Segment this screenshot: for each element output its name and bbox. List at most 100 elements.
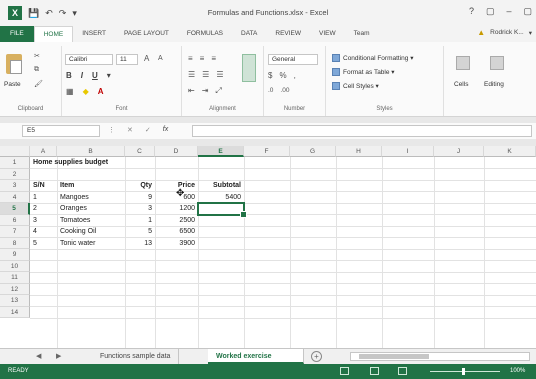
paste-button[interactable]: Paste [4,81,21,88]
help-button[interactable]: ? [469,6,474,17]
cell-b3-header[interactable]: Item [57,180,77,192]
cell-item[interactable]: Oranges [57,203,90,215]
paste-icon[interactable] [6,54,22,74]
maximize-button[interactable]: ▢ [523,6,532,17]
cell-price[interactable]: 6500 [155,226,198,238]
minimize-button[interactable]: – [506,6,511,17]
row-header-2[interactable]: 2 [0,168,30,180]
fill-color-icon[interactable]: ◆ [83,87,89,96]
cell-subtotal[interactable] [198,226,244,238]
chevron-down-icon[interactable]: ▾ [107,71,111,80]
zoom-slider-handle[interactable] [462,368,465,375]
worksheet-grid[interactable]: A B C D E F G H I J K 1 2 3 4 5 6 7 8 9 … [0,146,536,348]
cell-subtotal[interactable] [198,238,244,250]
tab-page-layout[interactable]: PAGE LAYOUT [115,26,178,42]
column-header-c[interactable]: C [125,146,155,157]
active-cell-e5[interactable] [197,202,247,217]
zoom-level[interactable]: 100% [510,368,525,374]
grow-font-icon[interactable]: A [144,54,149,63]
normal-view-icon[interactable] [340,367,349,375]
decrease-indent-icon[interactable]: ⇤ [188,86,195,96]
row-header-6[interactable]: 6 [0,214,30,226]
column-header-d[interactable]: D [155,146,198,157]
page-break-view-icon[interactable] [398,367,407,375]
cell-item[interactable]: Mangoes [57,192,92,204]
horizontal-scrollbar[interactable] [350,352,530,361]
tab-review[interactable]: REVIEW [266,26,310,42]
column-header-j[interactable]: J [434,146,484,157]
cell-price[interactable]: 3900 [155,238,198,250]
column-header-g[interactable]: G [290,146,336,157]
cell-styles-button[interactable]: Cell Styles ▾ [332,82,379,90]
font-name-select[interactable]: Calibri [65,54,113,65]
wrap-merge-icon[interactable] [242,54,256,82]
sheet-tab-functions-sample-data[interactable]: Functions sample data [92,349,180,364]
row-header-14[interactable]: 14 [0,306,30,318]
cell-price[interactable]: 1200 [155,203,198,215]
name-box[interactable]: E5 [22,125,100,137]
orientation-icon[interactable]: ⤢ [215,86,221,96]
underline-button[interactable]: U [92,71,98,80]
cut-icon[interactable]: ✂ [34,52,40,60]
select-all-button[interactable] [0,146,30,157]
column-header-f[interactable]: F [244,146,290,157]
number-format-select[interactable]: General [268,54,318,65]
font-size-select[interactable]: 11 [116,54,138,65]
cancel-icon[interactable]: ✕ [127,126,133,134]
column-header-e[interactable]: E [198,146,244,157]
borders-icon[interactable]: ▦ [66,87,74,96]
font-color-icon[interactable]: A [98,87,104,96]
column-header-h[interactable]: H [336,146,382,157]
middle-align-icon[interactable]: ≡ [200,54,205,63]
row-header-10[interactable]: 10 [0,260,30,272]
cell-qty[interactable]: 9 [125,192,155,204]
shrink-font-icon[interactable]: A [158,55,163,62]
row-header-4[interactable]: 4 [0,191,30,203]
top-align-icon[interactable]: ≡ [188,54,193,63]
increase-indent-icon[interactable]: ⇥ [202,86,209,96]
row-header-13[interactable]: 13 [0,295,30,307]
row-header-12[interactable]: 12 [0,283,30,295]
cell-item[interactable]: Tonic water [57,238,98,250]
cell-qty[interactable]: 13 [125,238,155,250]
tab-view[interactable]: VIEW [310,26,345,42]
page-layout-view-icon[interactable] [370,367,379,375]
decrease-decimal-icon[interactable]: .00 [280,87,289,94]
italic-button[interactable]: I [81,71,83,80]
bottom-align-icon[interactable]: ≡ [211,54,216,63]
row-header-5[interactable]: 5 [0,203,30,215]
bold-button[interactable]: B [66,71,72,80]
copy-icon[interactable]: ⧉ [34,66,39,74]
conditional-formatting-button[interactable]: Conditional Formatting ▾ [332,54,413,62]
currency-icon[interactable]: $ [268,71,272,80]
cell-sn[interactable]: 4 [30,226,40,238]
tab-file[interactable]: FILE [0,26,34,42]
tab-data[interactable]: DATA [232,26,266,42]
format-as-table-button[interactable]: Format as Table ▾ [332,68,395,76]
cells-icon[interactable] [456,56,470,70]
scroll-left-icon[interactable]: ◀ [36,352,41,360]
enter-icon[interactable]: ✓ [145,126,151,134]
scroll-right-icon[interactable]: ▶ [56,352,61,360]
row-header-1[interactable]: 1 [0,157,30,169]
column-header-i[interactable]: I [382,146,434,157]
cell-a1-title[interactable]: Home supplies budget [30,157,111,169]
cell-qty[interactable]: 3 [125,203,155,215]
row-header-11[interactable]: 11 [0,272,30,284]
tab-insert[interactable]: INSERT [73,26,115,42]
cell-qty[interactable]: 5 [125,226,155,238]
cell-sn[interactable]: 3 [30,215,40,227]
align-right-icon[interactable]: ☰ [216,70,223,79]
new-sheet-icon[interactable]: + [311,351,322,362]
scrollbar-thumb[interactable] [359,354,429,359]
ribbon-display-button[interactable]: ▢ [486,6,495,17]
cells-button[interactable]: Cells [454,81,468,88]
cell-qty[interactable]: 1 [125,215,155,227]
cell-e3-header[interactable]: Subtotal [198,180,244,192]
cell-item[interactable]: Cooking Oil [57,226,99,238]
percent-icon[interactable]: % [279,71,286,80]
cell-c3-header[interactable]: Qty [125,180,155,192]
increase-decimal-icon[interactable]: .0 [268,87,273,94]
binoculars-icon[interactable] [490,56,504,70]
tab-team[interactable]: Team [345,26,379,42]
